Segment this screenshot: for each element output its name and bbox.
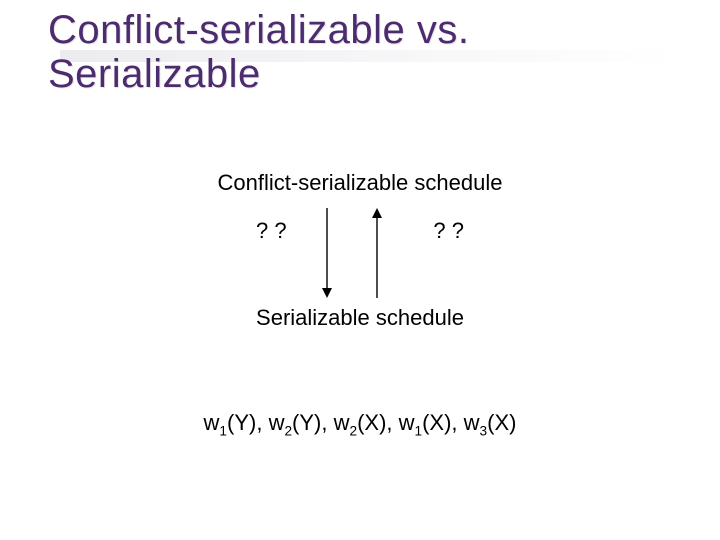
label-serializable: Serializable schedule xyxy=(0,305,720,331)
slide-title: Conflict-serializable vs. Serializable xyxy=(48,8,688,96)
question-marks-right: ? ? xyxy=(433,218,464,244)
arrow-up-icon xyxy=(370,208,384,298)
label-conflict-serializable: Conflict-serializable schedule xyxy=(0,170,720,196)
arrows-row: ? ? ? ? xyxy=(0,208,720,298)
op-4: w3(X) xyxy=(464,410,517,435)
question-marks-left: ? ? xyxy=(256,218,287,244)
op-3: w1(X) xyxy=(399,410,452,435)
schedule-example: w1(Y), w2(Y), w2(X), w1(X), w3(X) xyxy=(0,410,720,438)
arrow-down-icon xyxy=(320,208,334,298)
op-0: w1(Y) xyxy=(204,410,257,435)
op-2: w2(X) xyxy=(334,410,387,435)
op-1: w2(Y) xyxy=(269,410,322,435)
